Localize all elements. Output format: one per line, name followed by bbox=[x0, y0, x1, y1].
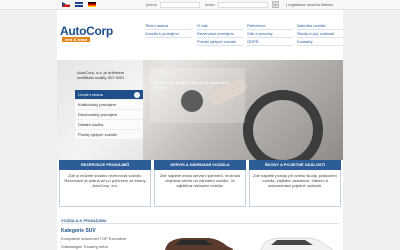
divider bbox=[61, 223, 339, 224]
password-input[interactable] bbox=[218, 2, 268, 8]
nav-item-about[interactable]: O nás bbox=[197, 23, 243, 30]
service-heading[interactable]: SERVIS A NÁHRADNÍ VOZIDLA bbox=[154, 160, 246, 170]
reservation-column: REZERVACE PRONÁJMŮ Zde si můžete snadno … bbox=[59, 160, 151, 207]
hero-menu-item-long-term[interactable]: Dlouhodobý pronájem bbox=[75, 110, 143, 120]
reservation-text: Zde si můžete snadno rezervovat vozidlo.… bbox=[59, 170, 151, 207]
page-container: AutoCorp rent & lease Titulní strana O n… bbox=[57, 10, 343, 250]
damage-column: ŠKODY A POJISTNÉ UDÁLOSTI Zde najdete po… bbox=[249, 160, 341, 207]
service-text: Zde najdete místa servisní partnerů, mož… bbox=[154, 170, 246, 207]
suv-image[interactable] bbox=[157, 232, 237, 250]
en-flag-icon[interactable] bbox=[75, 2, 83, 7]
nav-item-references[interactable]: Reference bbox=[247, 23, 293, 30]
nav-item-reservation[interactable]: Rezervace pronájmu bbox=[197, 31, 243, 38]
nav-item-home[interactable]: Titulní strana bbox=[145, 23, 191, 30]
reservation-heading[interactable]: REZERVACE PRONÁJMŮ bbox=[59, 160, 151, 170]
logo-tagline: rent & lease bbox=[62, 37, 90, 42]
hero-caption: Vozidla pro potřeby Vaší firmy i soukrom… bbox=[150, 68, 245, 123]
de-flag-icon[interactable] bbox=[88, 2, 96, 7]
hero-menu-item-used-sales[interactable]: Prodej ojetých vozidel bbox=[75, 130, 143, 140]
nav-item-contacts[interactable]: Kontakty bbox=[297, 39, 343, 46]
hero-menu-label: Úvodní strana bbox=[78, 92, 103, 97]
hero-menu-item-other[interactable]: Ostatní služby bbox=[75, 120, 143, 130]
hero-banner: AutoCorp, a.s. je držitelem certifikátu … bbox=[57, 60, 343, 160]
login-input[interactable] bbox=[160, 2, 200, 8]
certificate-text: AutoCorp, a.s. je držitelem certifikátu … bbox=[77, 70, 125, 80]
nav-item-network[interactable]: Sítě a procesy bbox=[247, 31, 293, 38]
cz-flag-icon[interactable] bbox=[62, 2, 70, 7]
nav-item-rental-vehicles[interactable]: Vozidla k pronájmu bbox=[145, 31, 191, 38]
arrow-right-icon: › bbox=[134, 92, 140, 98]
hero-menu-item-home[interactable]: Úvodní strana › bbox=[75, 90, 143, 100]
vehicle-description: Kompaktní automobil TOP Executive bbox=[61, 236, 127, 241]
nav-item-gdpr[interactable]: GDPR bbox=[247, 39, 293, 46]
steering-wheel-shape bbox=[243, 90, 323, 160]
suv-image-white[interactable] bbox=[255, 232, 335, 250]
logo[interactable]: AutoCorp bbox=[60, 24, 113, 38]
top-bar: jméno heslo » | registrace nového klient… bbox=[0, 0, 400, 10]
hero-menu: Úvodní strana › Krátkodobý pronájem Dlou… bbox=[75, 90, 143, 140]
login-label: jméno bbox=[146, 2, 157, 7]
category-title: Kategorie SUV bbox=[61, 228, 96, 234]
nav-item-used-sales[interactable]: Prodej ojetých vozidel bbox=[197, 39, 243, 46]
hero-menu-item-short-term[interactable]: Krátkodobý pronájem bbox=[75, 100, 143, 110]
nav-item-damage[interactable]: Škody a poj. události bbox=[297, 31, 343, 38]
register-link[interactable]: | registrace nového klienta bbox=[286, 2, 333, 7]
hero-caption-text: Vozidla pro potřeby Vaší firmy i soukrom… bbox=[155, 80, 229, 90]
nav-item-offer[interactable]: Nabídka vozidla bbox=[297, 23, 343, 30]
password-label: heslo bbox=[205, 2, 215, 7]
service-column: SERVIS A NÁHRADNÍ VOZIDLA Zde najdete mí… bbox=[154, 160, 246, 207]
vehicle-model: Volkswagen Touareg nebo bbox=[61, 244, 108, 249]
damage-heading[interactable]: ŠKODY A POJISTNÉ UDÁLOSTI bbox=[249, 160, 341, 170]
login-button[interactable]: » bbox=[272, 1, 279, 8]
damage-text: Zde najdete postup při vzniku škody, poš… bbox=[249, 170, 341, 207]
